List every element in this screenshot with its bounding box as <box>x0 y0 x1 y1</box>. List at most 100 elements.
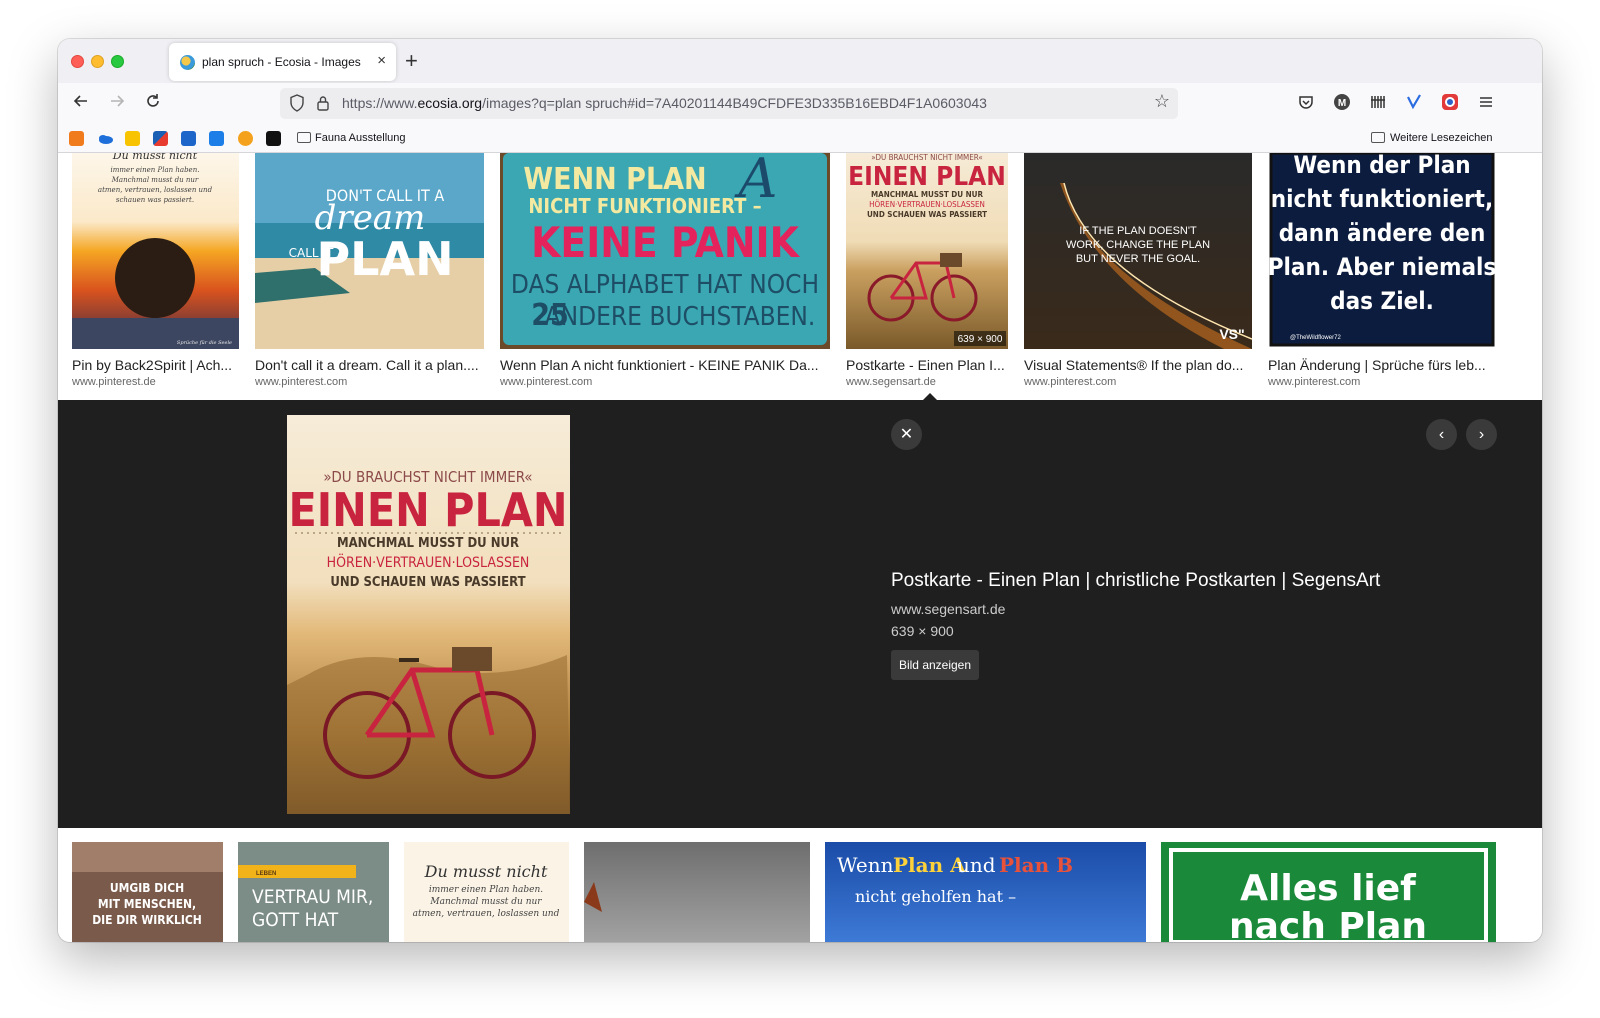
pocket-icon[interactable] <box>1296 93 1316 113</box>
image-text: Du musst nicht <box>424 862 548 881</box>
address-bar[interactable]: https://www.ecosia.org/images?q=plan spr… <box>280 88 1178 119</box>
image-text: KEINE PANIK <box>531 218 800 267</box>
lock-icon[interactable] <box>316 95 330 112</box>
tab-close-icon[interactable]: × <box>377 52 386 69</box>
image-text: BUT NEVER THE GOAL. <box>1076 253 1200 265</box>
result-image-2[interactable]: DON'T CALL IT A dream CALL IT A PLAN <box>255 153 484 349</box>
result-image-12[interactable]: Alles lief nach Plan <box>1161 842 1496 942</box>
forward-arrow-icon[interactable] <box>106 92 128 115</box>
image-text: ANDERE BUCHSTABEN. <box>545 302 816 332</box>
image-text: DIE DIR WIRKLICH <box>92 913 202 927</box>
result-domain-4: www.segensart.de <box>846 376 936 388</box>
image-text: UND SCHAUEN WAS PASSIERT <box>330 575 525 590</box>
image-text: Plan. Aber niemals <box>1268 253 1496 281</box>
bookmark-round-icon[interactable] <box>238 131 253 146</box>
ecosia-favicon-icon <box>180 55 195 70</box>
image-text: Sprüche für die Seele <box>177 340 232 346</box>
result-image-10[interactable] <box>584 842 810 942</box>
result-image-6[interactable]: Wenn der Plan nicht funktioniert, dann ä… <box>1268 153 1496 349</box>
image-text: Plan B <box>999 853 1073 877</box>
image-text: nach Plan <box>1229 906 1427 942</box>
image-text: Manchmal musst du nur <box>111 176 199 184</box>
previous-image-button[interactable]: ‹ <box>1426 419 1457 450</box>
image-text: WENN PLAN <box>523 162 706 197</box>
preview-title[interactable]: Postkarte - Einen Plan | christliche Pos… <box>891 570 1380 592</box>
image-text: immer einen Plan haben. <box>429 885 543 895</box>
reload-icon[interactable] <box>142 92 164 115</box>
bookmark-weitere-lesezeichen[interactable]: Weitere Lesezeichen <box>1390 132 1493 144</box>
image-text: PLAN <box>316 232 453 286</box>
image-text: atmen, vertrauen, loslassen und <box>98 186 213 194</box>
bookmark-dsm-icon[interactable] <box>181 131 196 146</box>
preview-image[interactable]: »DU BRAUCHST NICHT IMMER« EINEN PLAN MAN… <box>287 415 570 814</box>
image-text: Plan A <box>893 853 966 877</box>
next-image-button[interactable]: › <box>1466 419 1497 450</box>
image-text: Alles lief <box>1240 868 1416 909</box>
account-m-icon[interactable]: M <box>1332 93 1352 113</box>
extension-v-icon[interactable] <box>1404 93 1424 113</box>
result-image-11[interactable]: Wenn Plan A und Plan B nicht geholfen ha… <box>825 842 1146 942</box>
image-text: UMGIB DICH <box>110 881 184 895</box>
back-arrow-icon[interactable] <box>70 92 92 115</box>
folder-icon[interactable] <box>297 132 311 143</box>
result-title-2[interactable]: Don't call it a dream. Call it a plan...… <box>255 357 484 373</box>
result-title-4[interactable]: Postkarte - Einen Plan I... <box>846 357 1008 373</box>
preview-domain[interactable]: www.segensart.de <box>891 601 1005 617</box>
result-image-9[interactable]: Du musst nicht immer einen Plan haben. M… <box>404 842 569 942</box>
image-text: Wenn der Plan <box>1293 153 1470 179</box>
menu-hamburger-icon[interactable] <box>1476 93 1496 113</box>
result-title-3[interactable]: Wenn Plan A nicht funktioniert - KEINE P… <box>500 357 830 373</box>
image-preview-panel: »DU BRAUCHST NICHT IMMER« EINEN PLAN MAN… <box>58 400 1542 828</box>
browser-window: plan spruch - Ecosia - Images × + https:… <box>58 39 1542 942</box>
result-title-1[interactable]: Pin by Back2Spirit | Ach... <box>72 357 239 373</box>
bookmark-fauna-ausstellung[interactable]: Fauna Ausstellung <box>315 132 406 144</box>
image-text: schauen was passiert. <box>116 196 194 204</box>
bookmark-stripe-icon[interactable] <box>153 131 168 146</box>
image-text: das Ziel. <box>1330 287 1434 315</box>
new-tab-button[interactable]: + <box>405 48 418 74</box>
result-image-4[interactable]: »DU BRAUCHST NICHT IMMER« EINEN PLAN MAN… <box>846 153 1008 349</box>
folder-icon[interactable] <box>1371 132 1385 143</box>
image-text: VERTRAU MIR, <box>252 886 373 908</box>
minimize-window-icon[interactable] <box>91 55 104 68</box>
extension-camera-icon[interactable] <box>1440 93 1460 113</box>
bookmark-d-icon[interactable] <box>266 131 281 146</box>
bookmark-orange-icon[interactable] <box>69 131 84 146</box>
image-text: nicht funktioniert, <box>1271 185 1493 213</box>
bookmark-onedrive-icon[interactable] <box>97 131 113 146</box>
result-title-5[interactable]: Visual Statements® If the plan do... <box>1024 357 1252 373</box>
image-text: MIT MENSCHEN, <box>98 897 196 911</box>
image-text: EINEN PLAN <box>848 162 1006 192</box>
bookmark-dropbox-icon[interactable] <box>209 131 224 146</box>
image-text: MANCHMAL MUSST DU NUR <box>871 190 984 199</box>
url-domain: ecosia.org <box>417 95 483 111</box>
close-window-icon[interactable] <box>71 55 84 68</box>
bookmark-post-icon[interactable] <box>125 131 140 146</box>
tab-strip: plan spruch - Ecosia - Images × + <box>58 39 1542 83</box>
tab-title: plan spruch - Ecosia - Images <box>202 55 361 69</box>
close-preview-button[interactable]: ✕ <box>891 419 922 450</box>
view-image-button[interactable]: Bild anzeigen <box>891 650 979 680</box>
image-text: NICHT FUNKTIONIERT – <box>528 194 761 218</box>
result-image-7[interactable]: UMGIB DICH MIT MENSCHEN, DIE DIR WIRKLIC… <box>72 842 223 942</box>
image-size-badge: 639 × 900 <box>958 334 1003 345</box>
image-text: WORK, CHANGE THE PLAN <box>1066 239 1210 251</box>
url-text[interactable]: https://www.ecosia.org/images?q=plan spr… <box>342 95 987 111</box>
result-domain-2: www.pinterest.com <box>255 376 348 388</box>
result-domain-5: www.pinterest.com <box>1024 376 1117 388</box>
library-icon[interactable] <box>1368 93 1388 113</box>
image-text: EINEN PLAN <box>289 483 568 537</box>
tab-active[interactable]: plan spruch - Ecosia - Images × <box>169 43 396 81</box>
result-image-1[interactable]: Du musst nicht immer einen Plan haben. M… <box>72 153 239 349</box>
image-text: und <box>957 853 996 877</box>
image-text: atmen, vertrauen, loslassen und <box>413 909 560 919</box>
result-image-5[interactable]: IF THE PLAN DOESN'T WORK, CHANGE THE PLA… <box>1024 153 1252 349</box>
image-text: @TheWildflower72 <box>1290 335 1341 341</box>
tracking-shield-icon[interactable] <box>289 94 305 112</box>
url-prefix: https://www. <box>342 95 418 111</box>
bookmark-star-icon[interactable]: ☆ <box>1154 91 1170 112</box>
result-title-6[interactable]: Plan Änderung | Sprüche fürs leb... <box>1268 357 1496 373</box>
result-image-3[interactable]: WENN PLAN A NICHT FUNKTIONIERT – KEINE P… <box>500 153 830 349</box>
result-image-8[interactable]: LEBEN VERTRAU MIR, GOTT HAT <box>238 842 389 942</box>
maximize-window-icon[interactable] <box>111 55 124 68</box>
